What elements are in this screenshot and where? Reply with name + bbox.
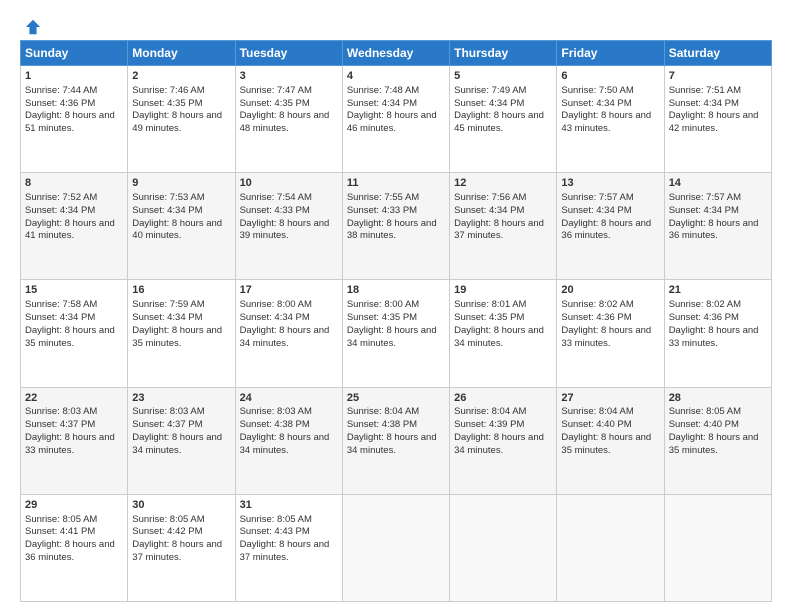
calendar-cell: 18Sunrise: 8:00 AMSunset: 4:35 PMDayligh… xyxy=(342,280,449,387)
calendar-cell: 15Sunrise: 7:58 AMSunset: 4:34 PMDayligh… xyxy=(21,280,128,387)
calendar-cell xyxy=(342,494,449,601)
day-number: 27 xyxy=(561,391,659,406)
day-number: 24 xyxy=(240,391,338,406)
calendar-week-row: 8Sunrise: 7:52 AMSunset: 4:34 PMDaylight… xyxy=(21,173,772,280)
calendar-week-row: 29Sunrise: 8:05 AMSunset: 4:41 PMDayligh… xyxy=(21,494,772,601)
logo-icon xyxy=(24,18,42,36)
day-number: 10 xyxy=(240,176,338,191)
calendar-cell: 30Sunrise: 8:05 AMSunset: 4:42 PMDayligh… xyxy=(128,494,235,601)
calendar-cell: 1Sunrise: 7:44 AMSunset: 4:36 PMDaylight… xyxy=(21,66,128,173)
calendar-cell xyxy=(450,494,557,601)
calendar-cell: 9Sunrise: 7:53 AMSunset: 4:34 PMDaylight… xyxy=(128,173,235,280)
day-number: 22 xyxy=(25,391,123,406)
calendar-cell: 21Sunrise: 8:02 AMSunset: 4:36 PMDayligh… xyxy=(664,280,771,387)
day-number: 13 xyxy=(561,176,659,191)
calendar-cell: 10Sunrise: 7:54 AMSunset: 4:33 PMDayligh… xyxy=(235,173,342,280)
calendar-cell: 20Sunrise: 8:02 AMSunset: 4:36 PMDayligh… xyxy=(557,280,664,387)
calendar-cell: 2Sunrise: 7:46 AMSunset: 4:35 PMDaylight… xyxy=(128,66,235,173)
calendar-cell: 22Sunrise: 8:03 AMSunset: 4:37 PMDayligh… xyxy=(21,387,128,494)
calendar-cell: 16Sunrise: 7:59 AMSunset: 4:34 PMDayligh… xyxy=(128,280,235,387)
calendar-cell: 8Sunrise: 7:52 AMSunset: 4:34 PMDaylight… xyxy=(21,173,128,280)
weekday-header: Monday xyxy=(128,41,235,66)
day-number: 16 xyxy=(132,283,230,298)
day-number: 18 xyxy=(347,283,445,298)
day-number: 23 xyxy=(132,391,230,406)
calendar-week-row: 22Sunrise: 8:03 AMSunset: 4:37 PMDayligh… xyxy=(21,387,772,494)
day-number: 12 xyxy=(454,176,552,191)
day-number: 17 xyxy=(240,283,338,298)
day-number: 5 xyxy=(454,69,552,84)
day-number: 29 xyxy=(25,498,123,513)
weekday-header: Friday xyxy=(557,41,664,66)
calendar-cell: 12Sunrise: 7:56 AMSunset: 4:34 PMDayligh… xyxy=(450,173,557,280)
day-number: 28 xyxy=(669,391,767,406)
day-number: 7 xyxy=(669,69,767,84)
calendar-cell: 4Sunrise: 7:48 AMSunset: 4:34 PMDaylight… xyxy=(342,66,449,173)
calendar-cell: 26Sunrise: 8:04 AMSunset: 4:39 PMDayligh… xyxy=(450,387,557,494)
calendar-week-row: 15Sunrise: 7:58 AMSunset: 4:34 PMDayligh… xyxy=(21,280,772,387)
calendar-cell: 19Sunrise: 8:01 AMSunset: 4:35 PMDayligh… xyxy=(450,280,557,387)
day-number: 3 xyxy=(240,69,338,84)
weekday-header: Wednesday xyxy=(342,41,449,66)
day-number: 4 xyxy=(347,69,445,84)
day-number: 2 xyxy=(132,69,230,84)
calendar-cell: 7Sunrise: 7:51 AMSunset: 4:34 PMDaylight… xyxy=(664,66,771,173)
header xyxy=(20,18,772,32)
page: SundayMondayTuesdayWednesdayThursdayFrid… xyxy=(0,0,792,612)
day-number: 9 xyxy=(132,176,230,191)
day-number: 31 xyxy=(240,498,338,513)
calendar-week-row: 1Sunrise: 7:44 AMSunset: 4:36 PMDaylight… xyxy=(21,66,772,173)
calendar-body: 1Sunrise: 7:44 AMSunset: 4:36 PMDaylight… xyxy=(21,66,772,602)
calendar-cell: 27Sunrise: 8:04 AMSunset: 4:40 PMDayligh… xyxy=(557,387,664,494)
calendar-cell: 24Sunrise: 8:03 AMSunset: 4:38 PMDayligh… xyxy=(235,387,342,494)
day-number: 6 xyxy=(561,69,659,84)
calendar-table: SundayMondayTuesdayWednesdayThursdayFrid… xyxy=(20,40,772,602)
calendar-cell: 29Sunrise: 8:05 AMSunset: 4:41 PMDayligh… xyxy=(21,494,128,601)
weekday-header: Saturday xyxy=(664,41,771,66)
calendar-cell: 3Sunrise: 7:47 AMSunset: 4:35 PMDaylight… xyxy=(235,66,342,173)
calendar-cell: 11Sunrise: 7:55 AMSunset: 4:33 PMDayligh… xyxy=(342,173,449,280)
day-number: 21 xyxy=(669,283,767,298)
calendar-cell: 25Sunrise: 8:04 AMSunset: 4:38 PMDayligh… xyxy=(342,387,449,494)
day-number: 11 xyxy=(347,176,445,191)
day-number: 1 xyxy=(25,69,123,84)
day-number: 14 xyxy=(669,176,767,191)
calendar-header-row: SundayMondayTuesdayWednesdayThursdayFrid… xyxy=(21,41,772,66)
calendar-cell xyxy=(664,494,771,601)
calendar-cell: 6Sunrise: 7:50 AMSunset: 4:34 PMDaylight… xyxy=(557,66,664,173)
day-number: 20 xyxy=(561,283,659,298)
calendar-cell: 31Sunrise: 8:05 AMSunset: 4:43 PMDayligh… xyxy=(235,494,342,601)
calendar-cell: 5Sunrise: 7:49 AMSunset: 4:34 PMDaylight… xyxy=(450,66,557,173)
weekday-header: Sunday xyxy=(21,41,128,66)
weekday-header: Thursday xyxy=(450,41,557,66)
calendar-cell: 23Sunrise: 8:03 AMSunset: 4:37 PMDayligh… xyxy=(128,387,235,494)
day-number: 25 xyxy=(347,391,445,406)
day-number: 26 xyxy=(454,391,552,406)
calendar-cell: 17Sunrise: 8:00 AMSunset: 4:34 PMDayligh… xyxy=(235,280,342,387)
day-number: 19 xyxy=(454,283,552,298)
calendar-cell: 13Sunrise: 7:57 AMSunset: 4:34 PMDayligh… xyxy=(557,173,664,280)
logo xyxy=(20,18,42,32)
day-number: 30 xyxy=(132,498,230,513)
calendar-cell xyxy=(557,494,664,601)
calendar-cell: 14Sunrise: 7:57 AMSunset: 4:34 PMDayligh… xyxy=(664,173,771,280)
weekday-header: Tuesday xyxy=(235,41,342,66)
day-number: 15 xyxy=(25,283,123,298)
calendar-cell: 28Sunrise: 8:05 AMSunset: 4:40 PMDayligh… xyxy=(664,387,771,494)
day-number: 8 xyxy=(25,176,123,191)
